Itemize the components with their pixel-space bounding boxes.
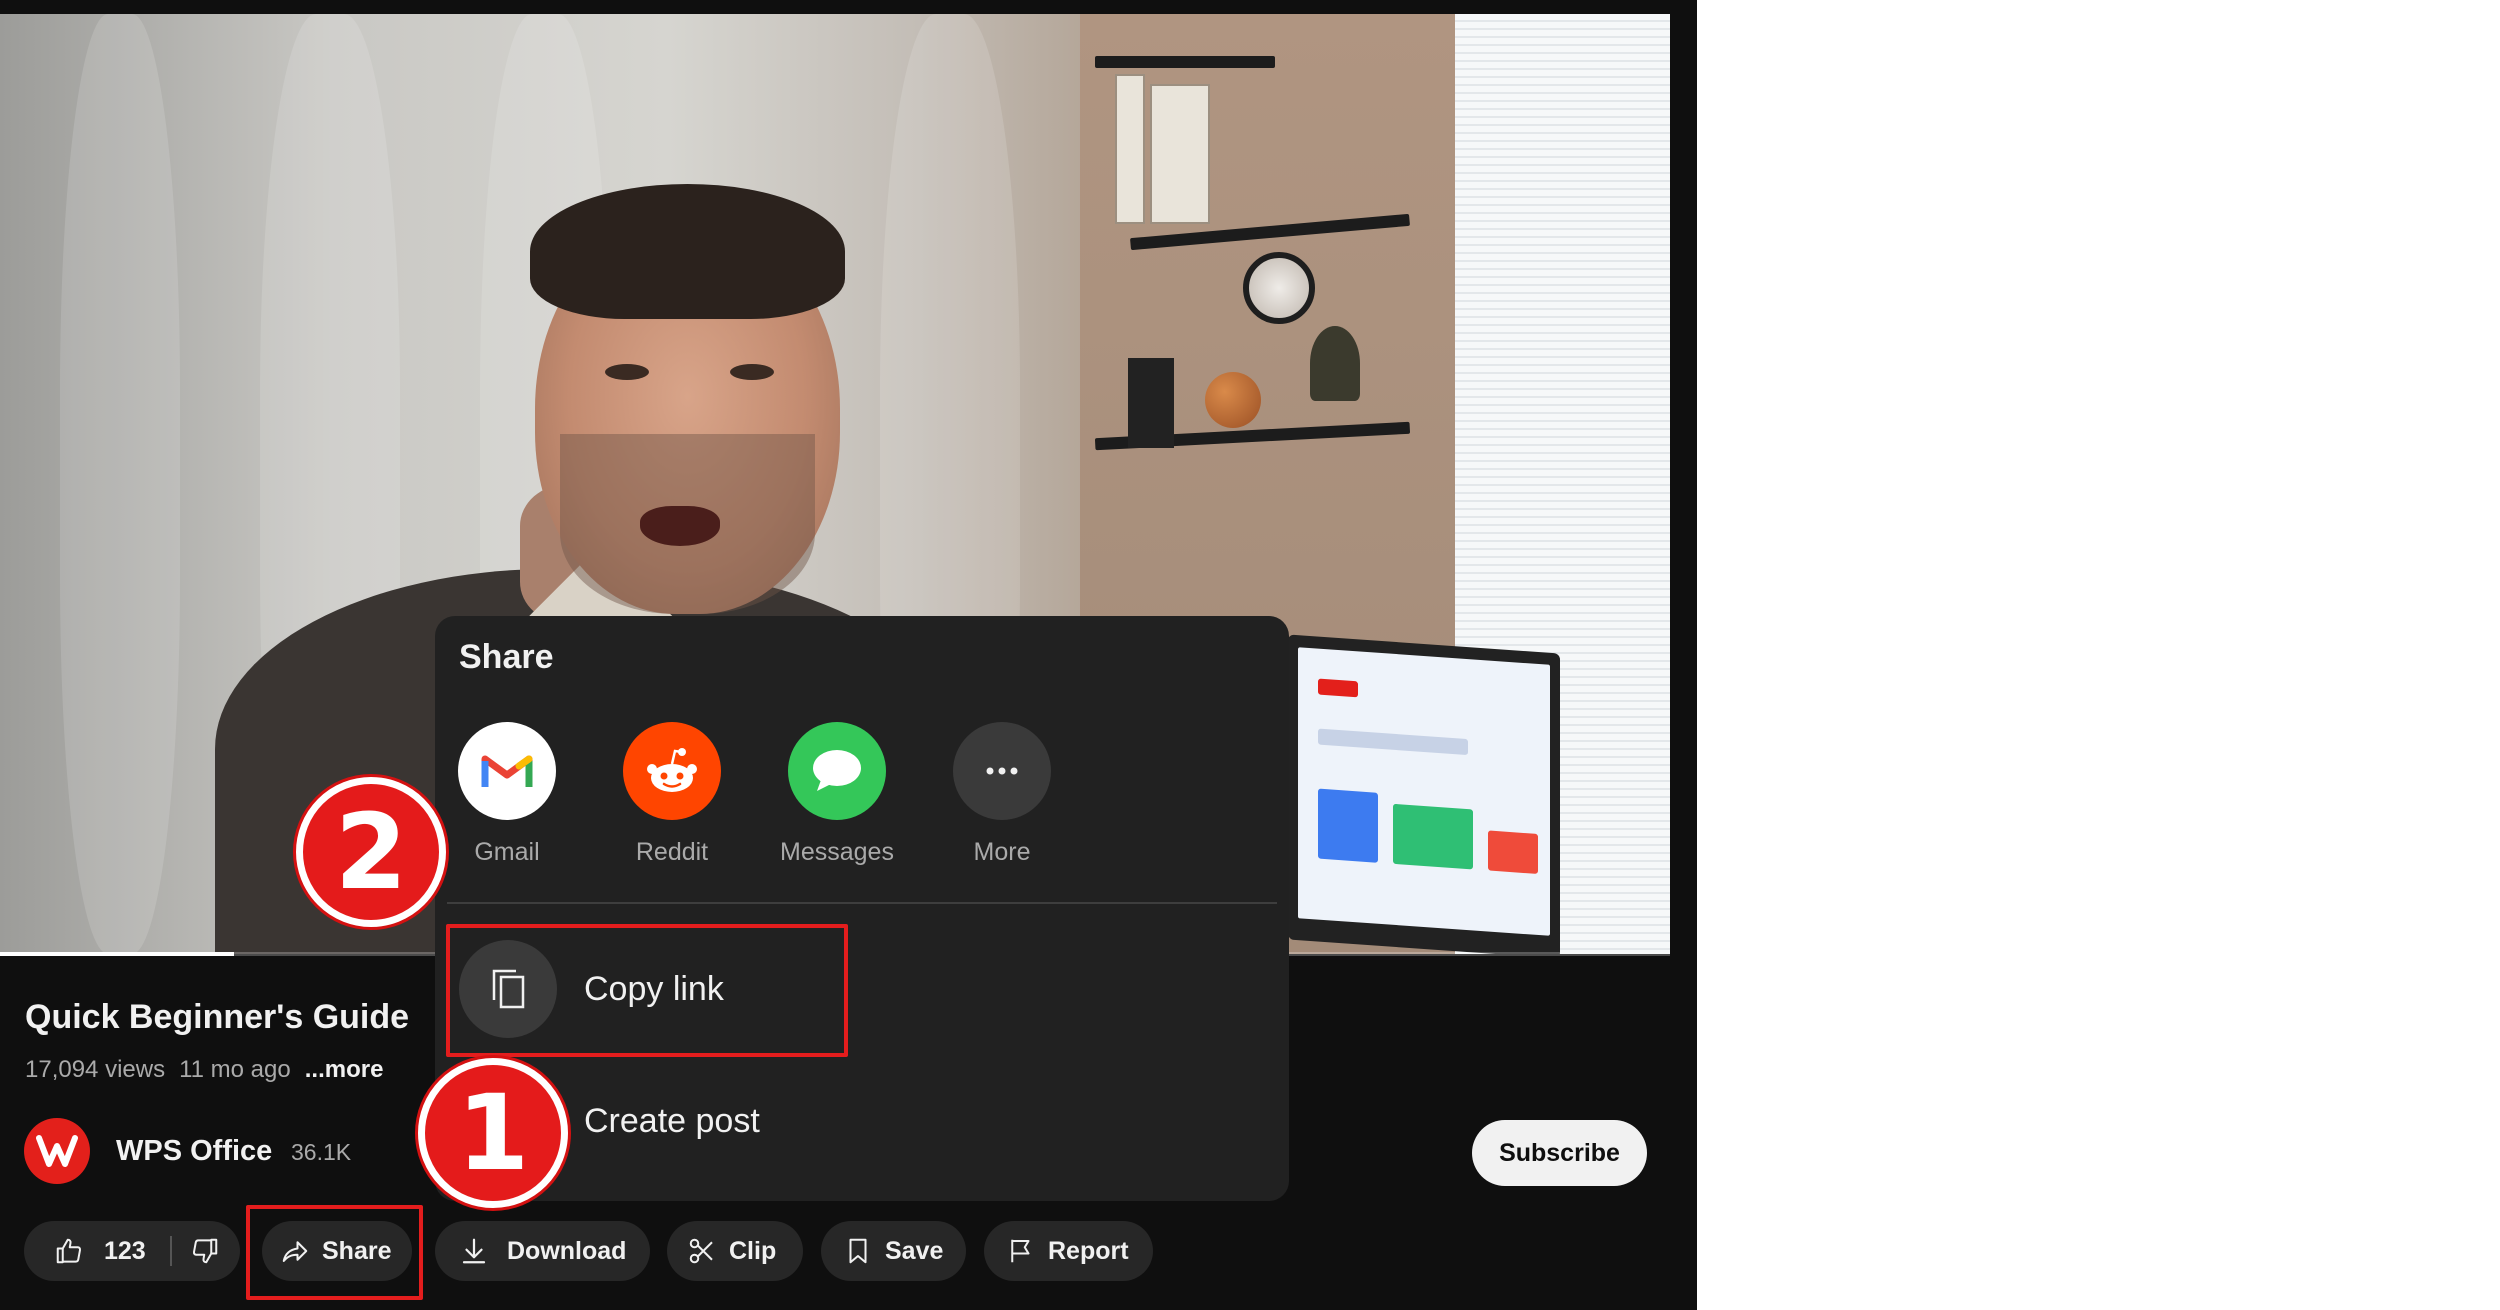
monitor-screen (1298, 647, 1550, 936)
copy-link-highlight-box (446, 924, 848, 1057)
top-strip (0, 0, 1697, 14)
right-strip (1670, 14, 1697, 1310)
step-2-badge: 2 (296, 777, 446, 927)
screen-element (1318, 678, 1358, 698)
step-1-badge: 1 (418, 1058, 568, 1208)
wps-logo-icon (36, 1135, 78, 1167)
share-option-label: More (973, 838, 1031, 866)
subscriber-count: 36.1K (291, 1139, 352, 1165)
share-dialog-title: Share (459, 638, 554, 676)
messages-icon (813, 750, 861, 791)
person-hair (530, 184, 845, 319)
screen-element (1318, 788, 1378, 863)
video-meta: 17,094 views 11 mo ago ...more (25, 1056, 383, 1084)
share-highlight-box (246, 1205, 423, 1300)
computer-monitor (1288, 634, 1560, 954)
person-eye (605, 364, 649, 380)
save-label: Save (885, 1236, 944, 1265)
share-option-messages[interactable]: Messages (772, 722, 902, 867)
screen-element (1488, 830, 1538, 874)
curtain-fold (60, 14, 180, 954)
book (1150, 84, 1210, 224)
thumbs-up-icon (56, 1238, 82, 1264)
clip-button[interactable]: Clip (667, 1221, 803, 1281)
screen-element (1393, 803, 1473, 870)
subscribe-button[interactable]: Subscribe (1472, 1120, 1647, 1186)
gmail-icon (481, 755, 533, 787)
clip-label: Clip (729, 1236, 777, 1265)
video-title: Quick Beginner's Guide (25, 998, 410, 1036)
shelf (1095, 56, 1275, 68)
share-option-label: Reddit (635, 838, 709, 866)
person-mouth (640, 506, 720, 546)
scissors-icon (689, 1238, 713, 1264)
reddit-icon (647, 748, 697, 792)
thumbs-down-icon (192, 1238, 217, 1264)
youtube-watch-page: Quick Beginner's Guide 17,094 views 11 mo… (0, 0, 1697, 1310)
download-icon (462, 1238, 486, 1264)
like-dislike-group: 123 (24, 1221, 240, 1281)
share-option-more[interactable]: More (937, 722, 1067, 867)
bookmark-icon (849, 1238, 867, 1264)
flag-icon (1011, 1239, 1030, 1263)
reddit-circle (623, 722, 721, 820)
share-option-label: Gmail (474, 838, 540, 866)
more-circle (953, 722, 1051, 820)
share-option-gmail[interactable]: Gmail (442, 722, 572, 867)
save-button[interactable]: Save (821, 1221, 966, 1281)
framed-photo (1128, 358, 1174, 448)
screen-element (1318, 728, 1468, 756)
channel-name[interactable]: WPS Office (116, 1135, 272, 1168)
like-count: 123 (104, 1236, 146, 1265)
share-divider (447, 902, 1277, 904)
messages-circle (788, 722, 886, 820)
round-mirror (1243, 252, 1315, 324)
like-divider (169, 1236, 172, 1266)
book (1115, 74, 1145, 224)
more-description-link[interactable]: ...more (305, 1056, 384, 1083)
download-label: Download (507, 1236, 627, 1265)
share-option-reddit[interactable]: Reddit (607, 722, 737, 867)
dislike-button[interactable] (190, 1236, 220, 1266)
upload-age: 11 mo ago (179, 1056, 291, 1083)
create-post-label: Create post (584, 1101, 760, 1140)
like-button[interactable]: 123 (24, 1236, 146, 1266)
report-label: Report (1048, 1236, 1129, 1265)
share-option-label: Messages (780, 838, 894, 866)
view-count: 17,094 views (25, 1056, 166, 1083)
plant (1310, 326, 1360, 401)
more-icon (986, 767, 1018, 775)
gmail-circle (458, 722, 556, 820)
channel-avatar[interactable] (24, 1118, 90, 1184)
report-button[interactable]: Report (984, 1221, 1153, 1281)
basketball (1205, 372, 1261, 428)
download-button[interactable]: Download (435, 1221, 650, 1281)
video-progress-fill (0, 952, 234, 956)
person-eye (730, 364, 774, 380)
